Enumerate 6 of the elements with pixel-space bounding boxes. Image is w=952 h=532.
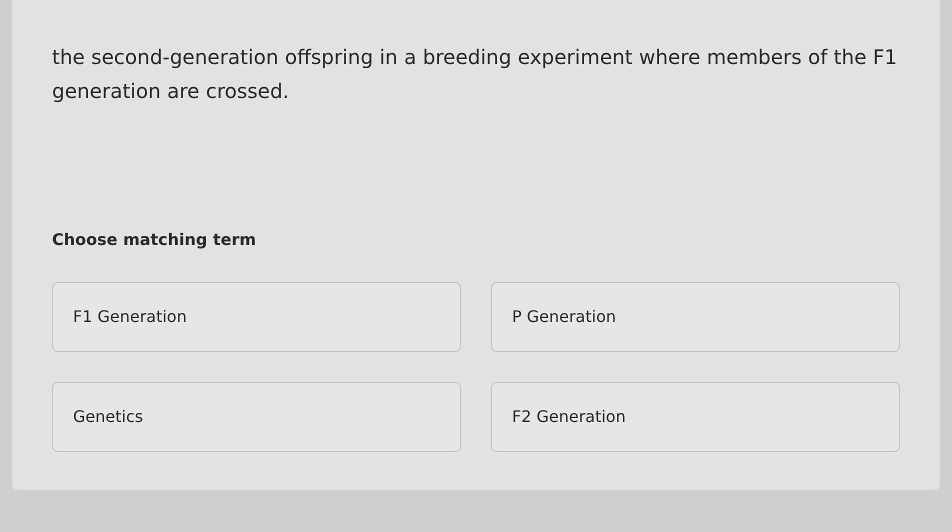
- answer-option[interactable]: F2 Generation: [491, 382, 900, 452]
- answer-option[interactable]: P Generation: [491, 282, 900, 352]
- answer-option[interactable]: Genetics: [52, 382, 461, 452]
- answer-option[interactable]: F1 Generation: [52, 282, 461, 352]
- prompt-label: Choose matching term: [52, 229, 256, 251]
- question-text: the second-generation offspring in a breeding experiment where members of the F1 generation are crossed.: [52, 44, 898, 105]
